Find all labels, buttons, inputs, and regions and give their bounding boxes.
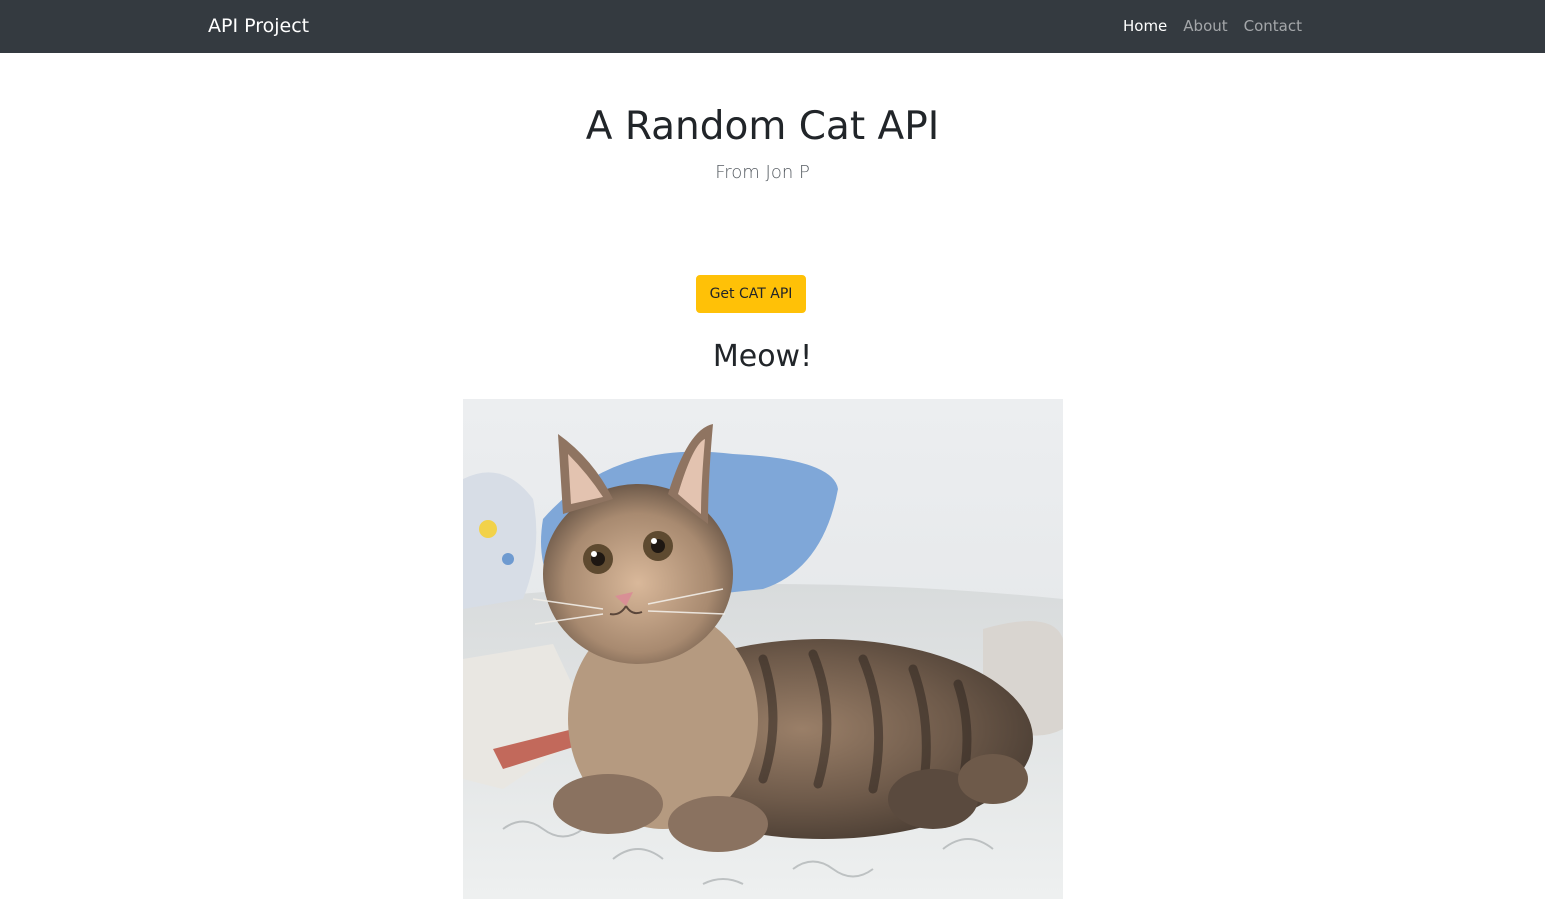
cat-image xyxy=(463,399,1063,899)
page-title: A Random Cat API xyxy=(585,104,940,149)
result-heading: Meow! xyxy=(712,339,813,374)
nav-link-home[interactable]: Home xyxy=(1115,15,1175,37)
nav-link-contact[interactable]: Contact xyxy=(1236,15,1310,37)
nav-link-about[interactable]: About xyxy=(1175,15,1235,37)
page-subtitle: From Jon P xyxy=(715,162,810,183)
get-cat-api-button[interactable]: Get CAT API xyxy=(696,275,806,313)
brand-link[interactable]: API Project xyxy=(208,13,309,39)
top-navbar: API Project Home About Contact xyxy=(0,0,1545,53)
nav-links: Home About Contact xyxy=(1115,15,1310,37)
